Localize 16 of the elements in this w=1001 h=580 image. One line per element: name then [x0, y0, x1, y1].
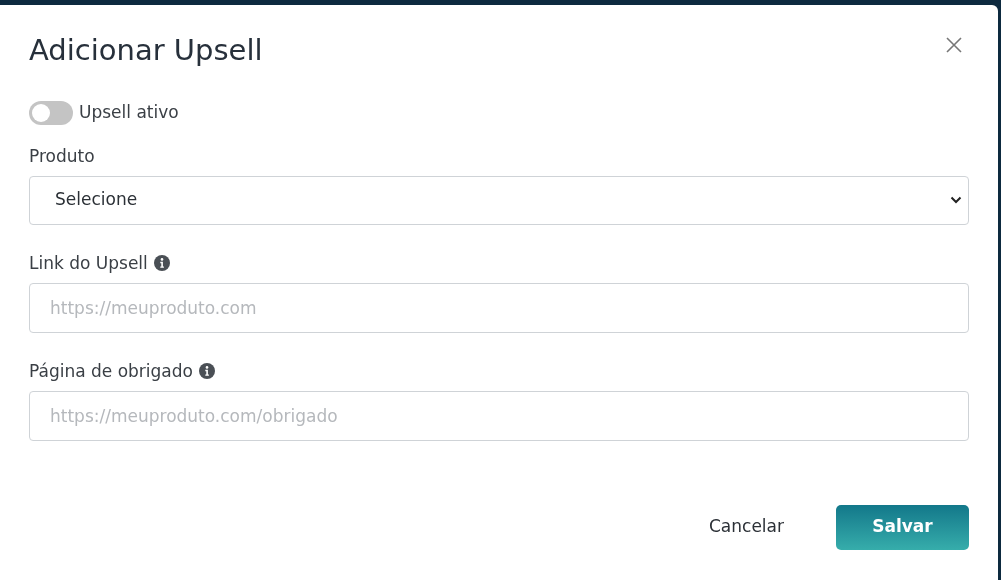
- text-input[interactable]: https://meuproduto.com/obrigado: [29, 390, 969, 441]
- field-label: Página de obrigado: [29, 360, 193, 381]
- select-field[interactable]: Selecione: [29, 175, 969, 225]
- toggle-switch[interactable]: [29, 100, 73, 125]
- dialog-title: Adicionar Upsell: [29, 32, 263, 69]
- field-label: Link do Upsell: [29, 252, 148, 273]
- close-button[interactable]: [945, 36, 963, 54]
- select-value: Selecione: [55, 188, 138, 212]
- field-label: Produto: [29, 145, 95, 166]
- save-button[interactable]: Salvar: [836, 504, 969, 550]
- close-icon: [946, 37, 962, 53]
- text-input[interactable]: https://meuproduto.com: [29, 282, 969, 333]
- toggle-label: Upsell ativo: [79, 101, 179, 124]
- cancel-button[interactable]: Cancelar: [689, 504, 804, 550]
- toggle-knob: [32, 103, 50, 122]
- chevron-down-icon: [950, 196, 962, 204]
